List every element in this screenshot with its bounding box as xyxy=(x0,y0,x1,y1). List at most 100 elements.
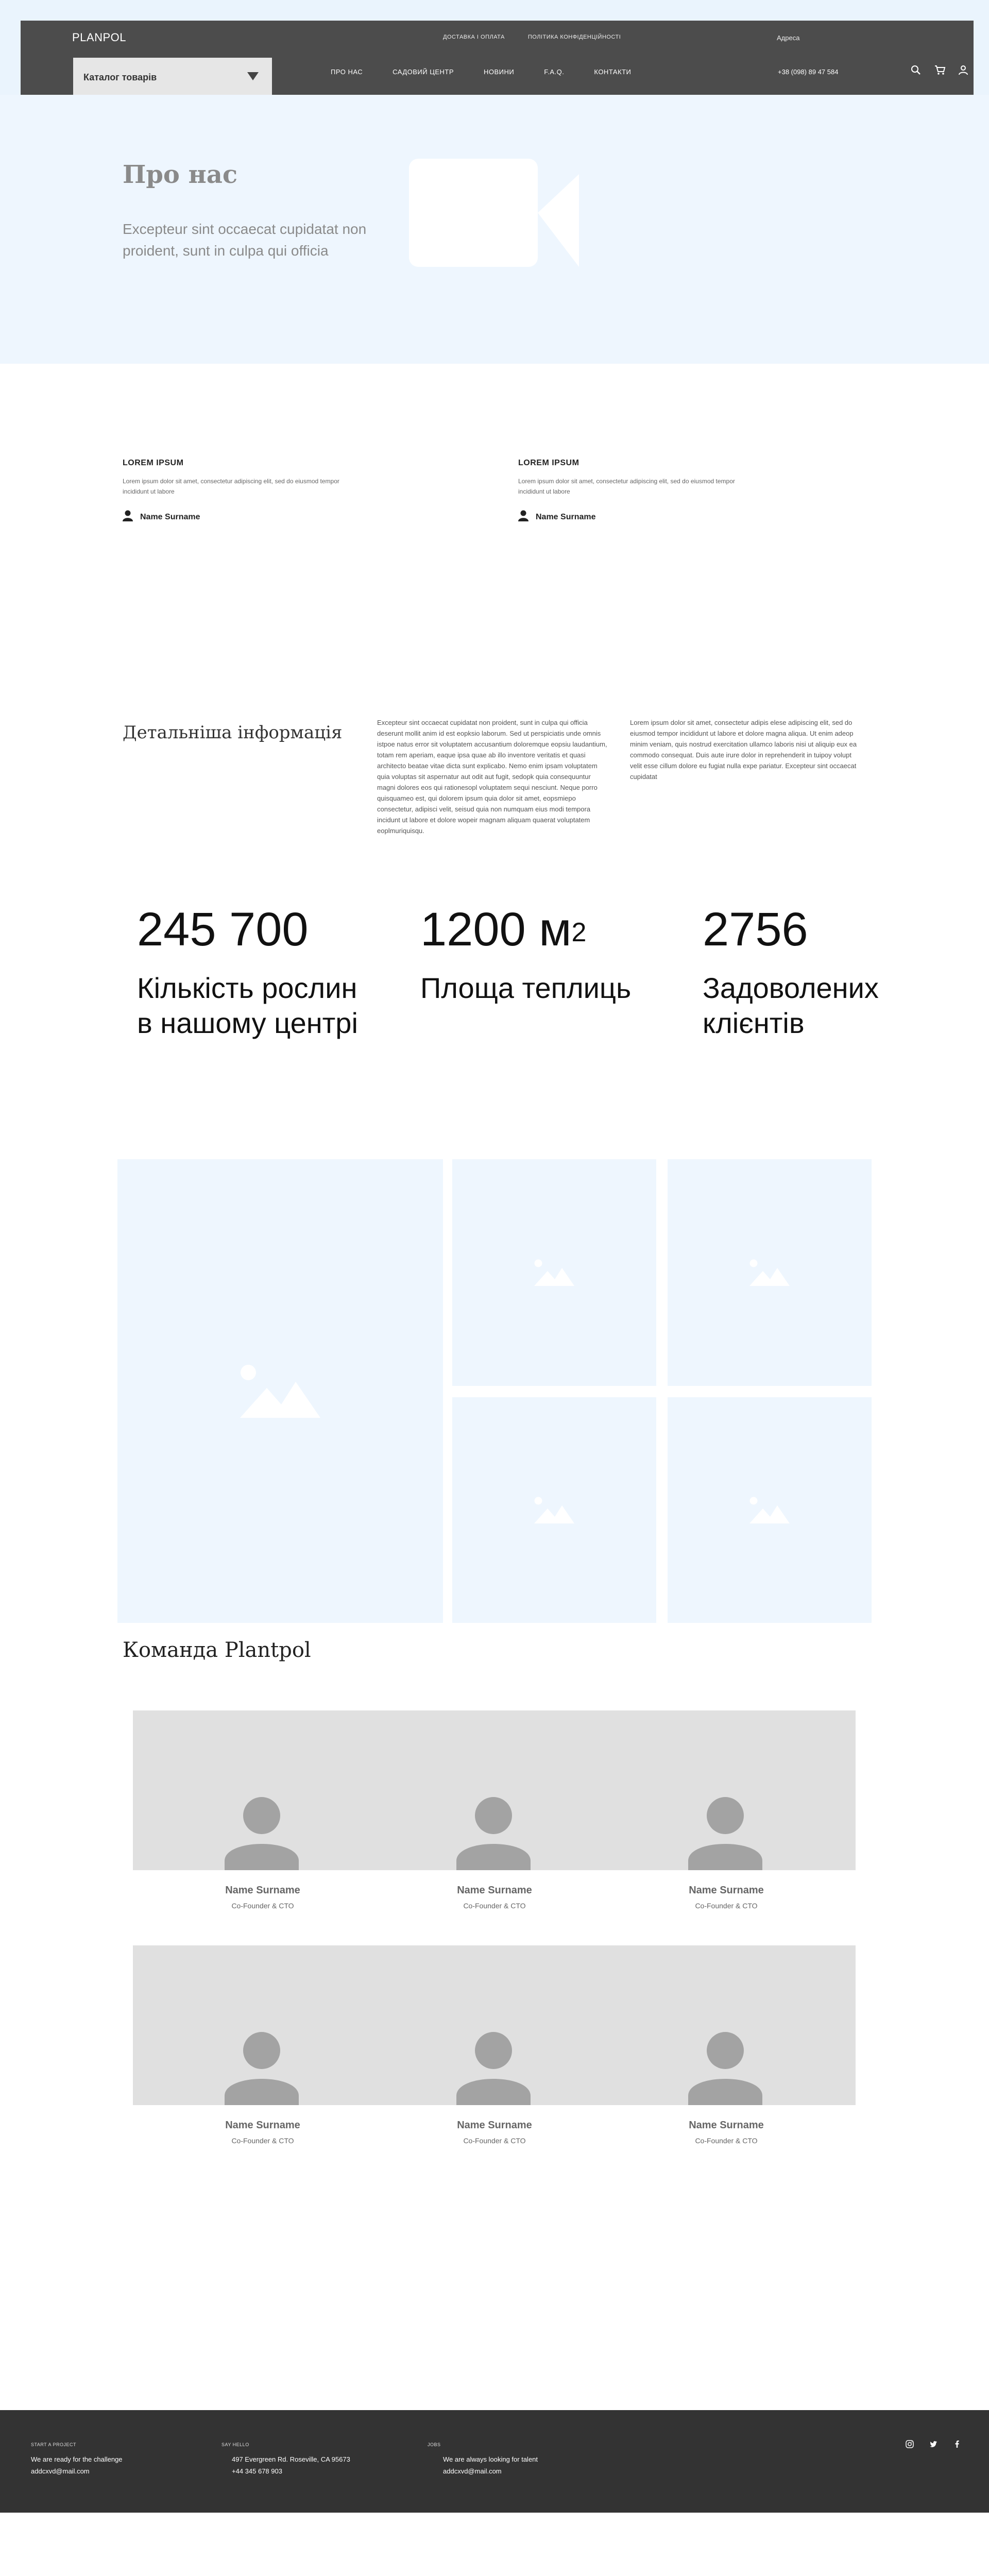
feature-author: Name Surname xyxy=(518,510,760,524)
avatar xyxy=(456,2032,531,2105)
instagram-icon[interactable] xyxy=(906,2440,915,2449)
footer-col-hello: SAY HELLO 497 Evergreen Rd. Roseville, C… xyxy=(221,2442,350,2475)
footer-heading: SAY HELLO xyxy=(221,2442,249,2447)
details-section: Детальніша інформація Excepteur sint occ… xyxy=(0,717,989,903)
stat-area: 1200 м2 Площа теплиць xyxy=(420,903,631,1006)
footer-col-project: START A PROJECT We are ready for the cha… xyxy=(31,2442,123,2475)
features-section: LOREM IPSUM Lorem ipsum dolor sit amet, … xyxy=(0,364,989,717)
stat-label: Площа теплиць xyxy=(420,972,632,1004)
stat-plants: 245 700 Кількість рослин в нашому центрі xyxy=(137,903,358,1041)
member-role: Co-Founder & CTO xyxy=(695,2137,758,2145)
site-logo[interactable]: PLANPOL xyxy=(72,31,126,44)
phone-number[interactable]: +38 (098) 89 47 584 xyxy=(778,68,838,76)
video-camera-icon[interactable] xyxy=(409,159,579,269)
team-row xyxy=(133,1710,856,1870)
site-header: PLANPOL ДОСТАВКА І ОПЛАТА ПОЛІТИКА КОНФІ… xyxy=(0,0,989,95)
author-name: Name Surname xyxy=(536,512,596,521)
stat-label: Задоволених клієнтів xyxy=(703,972,879,1039)
member-role: Co-Founder & CTO xyxy=(695,1902,758,1910)
member-name: Name Surname xyxy=(689,2120,764,2131)
stat-label: Кількість рослин в нашому центрі xyxy=(137,972,358,1039)
search-icon[interactable] xyxy=(911,65,922,76)
stat-number: 245 700 xyxy=(137,903,309,956)
image-placeholder-icon xyxy=(534,1259,574,1286)
avatar xyxy=(225,2032,299,2105)
nav-faq[interactable]: F.A.Q. xyxy=(544,68,564,76)
catalog-label: Каталог товарів xyxy=(83,72,157,82)
details-text-col2: Lorem ipsum dolor sit amet, consectetur … xyxy=(630,719,857,781)
stat-number: 1200 м2 xyxy=(420,903,587,956)
link-delivery[interactable]: ДОСТАВКА І ОПЛАТА xyxy=(443,34,505,40)
team-member: Name Surname Co-Founder & CTO xyxy=(417,2120,572,2145)
site-footer: START A PROJECT We are ready for the cha… xyxy=(0,2410,989,2513)
feature-author: Name Surname xyxy=(123,510,365,524)
member-name: Name Surname xyxy=(225,2120,300,2131)
footer-text: We are always looking for talent xyxy=(443,2455,538,2463)
stat-clients: 2756 Задоволених клієнтів xyxy=(703,903,879,1041)
gallery-image[interactable] xyxy=(452,1159,656,1386)
member-role: Co-Founder & CTO xyxy=(231,1902,294,1910)
avatar xyxy=(456,1797,531,1870)
link-privacy[interactable]: ПОЛІТИКА КОНФІДЕНЦІЙНОСТІ xyxy=(528,34,621,40)
team-member: Name Surname Co-Founder & CTO xyxy=(185,2120,340,2145)
feature-title: LOREM IPSUM xyxy=(123,459,184,467)
team-section: Команда Plantpol Name Surname Co-Founder… xyxy=(0,1628,989,2410)
stat-number: 2756 xyxy=(703,903,808,956)
person-icon xyxy=(123,510,133,524)
nav-about[interactable]: ПРО НАС xyxy=(331,68,363,76)
nav-news[interactable]: НОВИНИ xyxy=(484,68,514,76)
twitter-icon[interactable] xyxy=(929,2440,939,2449)
member-name: Name Surname xyxy=(457,1885,532,1896)
nav-garden-center[interactable]: САДОВИЙ ЦЕНТР xyxy=(393,68,454,76)
feature-text: Lorem ipsum dolor sit amet, consectetur … xyxy=(123,478,339,495)
top-links: ДОСТАВКА І ОПЛАТА ПОЛІТИКА КОНФІДЕНЦІЙНО… xyxy=(443,34,621,40)
feature-title: LOREM IPSUM xyxy=(518,459,579,467)
header-icons xyxy=(911,65,969,76)
stats-section: 245 700 Кількість рослин в нашому центрі … xyxy=(0,903,989,1159)
gallery-image[interactable] xyxy=(452,1397,656,1623)
footer-address: 497 Evergreen Rd. Roseville, CA 95673 xyxy=(232,2455,350,2463)
footer-phone[interactable]: +44 345 678 903 xyxy=(221,2467,350,2475)
team-title: Команда Plantpol xyxy=(123,1638,311,1662)
team-member: Name Surname Co-Founder & CTO xyxy=(417,1885,572,1910)
avatar xyxy=(688,2032,762,2105)
page-title: Про нас xyxy=(123,160,238,189)
image-placeholder-icon xyxy=(240,1365,320,1418)
addresses-link[interactable]: Адреса xyxy=(777,34,799,42)
user-icon[interactable] xyxy=(958,65,969,76)
header-bar: PLANPOL ДОСТАВКА І ОПЛАТА ПОЛІТИКА КОНФІ… xyxy=(21,21,974,95)
team-member: Name Surname Co-Founder & CTO xyxy=(649,1885,804,1910)
team-row xyxy=(133,1945,856,2105)
image-placeholder-icon xyxy=(749,1497,790,1523)
gallery-section xyxy=(0,1159,989,1628)
member-role: Co-Founder & CTO xyxy=(463,1902,526,1910)
gallery-image[interactable] xyxy=(117,1159,443,1623)
feature-block: LOREM IPSUM Lorem ipsum dolor sit amet, … xyxy=(123,459,365,524)
hero-section: Про нас Excepteur sint occaecat cupidata… xyxy=(0,95,989,364)
avatar xyxy=(688,1797,762,1870)
member-name: Name Surname xyxy=(225,1885,300,1896)
member-name: Name Surname xyxy=(457,2120,532,2131)
facebook-icon[interactable] xyxy=(953,2440,962,2449)
image-placeholder-icon xyxy=(749,1259,790,1286)
nav-contacts[interactable]: КОНТАКТИ xyxy=(594,68,631,76)
cart-icon[interactable] xyxy=(934,65,946,76)
footer-heading: START A PROJECT xyxy=(31,2442,77,2447)
member-role: Co-Founder & CTO xyxy=(231,2137,294,2145)
gallery-image[interactable] xyxy=(668,1397,872,1623)
gallery-image[interactable] xyxy=(668,1159,872,1386)
team-member: Name Surname Co-Founder & CTO xyxy=(649,2120,804,2145)
feature-text: Lorem ipsum dolor sit amet, consectetur … xyxy=(518,478,735,495)
footer-heading: JOBS xyxy=(428,2442,441,2447)
hero-text: Excepteur sint occaecat cupidatat non pr… xyxy=(123,221,367,259)
footer-text: We are ready for the challenge xyxy=(31,2455,123,2463)
social-links xyxy=(906,2440,962,2449)
member-role: Co-Founder & CTO xyxy=(463,2137,526,2145)
person-icon xyxy=(518,510,528,524)
footer-col-jobs: JOBS We are always looking for talent ad… xyxy=(428,2442,538,2475)
footer-email[interactable]: addcxvd@mail.com xyxy=(428,2467,538,2475)
chevron-down-icon xyxy=(247,72,259,80)
catalog-dropdown[interactable]: Каталог товарів xyxy=(73,58,272,95)
footer-email[interactable]: addcxvd@mail.com xyxy=(31,2467,123,2475)
image-placeholder-icon xyxy=(534,1497,574,1523)
